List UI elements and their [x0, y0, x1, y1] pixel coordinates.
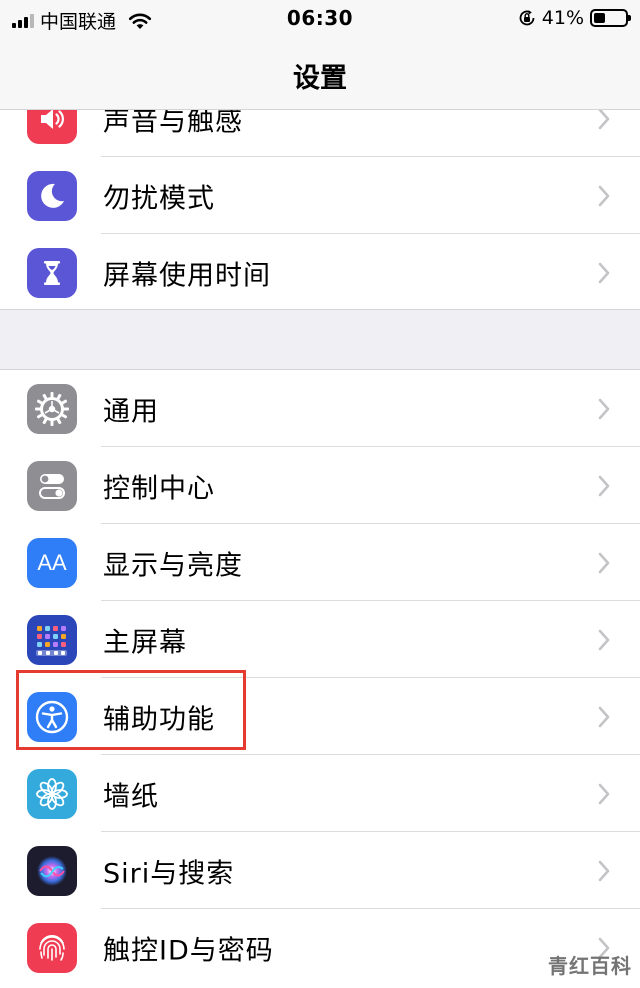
highlight-frame-accessibility — [16, 670, 246, 750]
gear-icon — [27, 383, 77, 434]
fingerprint-icon — [27, 922, 77, 973]
settings-row-label: 通用 — [103, 396, 159, 427]
settings-group-notifications: 声音与触感 勿扰模式 屏幕使用时间 — [0, 80, 640, 310]
chevron-right-icon — [598, 783, 610, 804]
navigation-bar: 设置 — [0, 36, 640, 110]
chevron-right-icon — [598, 262, 610, 283]
settings-row-label: 屏幕使用时间 — [103, 260, 271, 291]
settings-row-label: 控制中心 — [103, 473, 215, 504]
chevron-right-icon — [598, 552, 610, 573]
battery-percent: 41% — [541, 7, 584, 29]
settings-row-label: 主屏幕 — [103, 627, 187, 658]
settings-row-touch-id-passcode[interactable]: 触控ID与密码 — [0, 909, 640, 986]
settings-row-home-screen[interactable]: 主屏幕 — [0, 601, 640, 678]
settings-row-do-not-disturb[interactable]: 勿扰模式 — [0, 157, 640, 234]
settings-row-general[interactable]: 通用 — [0, 370, 640, 447]
chevron-right-icon — [598, 185, 610, 206]
battery-icon — [590, 9, 631, 27]
settings-row-label: 墙纸 — [103, 781, 159, 812]
app-grid-icon — [27, 614, 77, 665]
text-size-glyph: AA — [37, 549, 67, 575]
chevron-right-icon — [598, 108, 610, 129]
flower-icon — [27, 768, 77, 819]
settings-row-label: 显示与亮度 — [103, 550, 243, 581]
settings-row-siri-search[interactable]: Siri与搜索 — [0, 832, 640, 909]
hourglass-icon — [27, 247, 77, 298]
chevron-right-icon — [598, 706, 610, 727]
settings-row-label: 触控ID与密码 — [103, 935, 274, 966]
text-size-icon: AA — [27, 537, 77, 588]
settings-row-wallpaper[interactable]: 墙纸 — [0, 755, 640, 832]
watermark-text: 青红百科 — [548, 954, 632, 978]
settings-row-screen-time[interactable]: 屏幕使用时间 — [0, 234, 640, 311]
orientation-lock-icon — [519, 10, 535, 26]
settings-row-label: Siri与搜索 — [103, 858, 235, 889]
page-title: 设置 — [293, 63, 347, 94]
chevron-right-icon — [598, 398, 610, 419]
chevron-right-icon — [598, 475, 610, 496]
chevron-right-icon — [598, 629, 610, 650]
moon-icon — [27, 170, 77, 221]
status-bar: 中国联通 06:30 41% — [0, 0, 640, 36]
chevron-right-icon — [598, 860, 610, 881]
status-right: 41% — [518, 7, 631, 29]
siri-icon — [27, 845, 77, 896]
settings-row-display-brightness[interactable]: AA 显示与亮度 — [0, 524, 640, 601]
settings-row-control-center[interactable]: 控制中心 — [0, 447, 640, 524]
settings-row-label: 勿扰模式 — [103, 183, 215, 214]
toggle-switches-icon — [27, 460, 77, 511]
